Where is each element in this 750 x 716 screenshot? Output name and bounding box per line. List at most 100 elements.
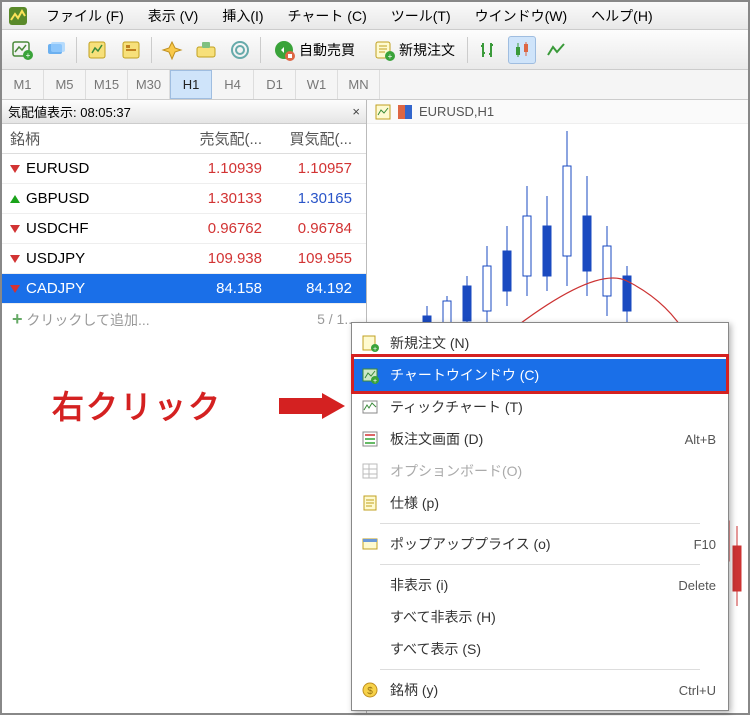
blank-icon: [360, 575, 380, 595]
ask-price: 1.10957: [272, 160, 362, 177]
ctx-i[interactable]: 非表示 (i)Delete: [352, 569, 728, 601]
col-symbol[interactable]: 銘柄: [2, 128, 182, 149]
bar-chart-icon[interactable]: [474, 36, 502, 64]
ctx-label: 新規注文 (N): [390, 333, 716, 353]
chart-titlebar: EURUSD,H1: [367, 100, 748, 124]
ctx-p[interactable]: 仕様 (p): [352, 487, 728, 519]
ctx-label: 板注文画面 (D): [390, 429, 675, 449]
line-chart-icon[interactable]: [542, 36, 570, 64]
close-icon[interactable]: ×: [352, 104, 360, 119]
symbol-name: USDJPY: [26, 250, 85, 267]
ctx-label: ポップアッププライス (o): [390, 534, 684, 554]
toolbar: + 自動売買 + 新規注文: [2, 30, 748, 70]
menu-insert[interactable]: 挿入(I): [210, 6, 275, 26]
chart-icon-2: [397, 104, 413, 120]
menu-chart[interactable]: チャート (C): [276, 6, 379, 26]
svg-text:+: +: [373, 346, 377, 352]
svg-text:$: $: [367, 686, 373, 697]
navigator-icon[interactable]: [158, 36, 186, 64]
terminal-icon[interactable]: [192, 36, 220, 64]
ctx-c[interactable]: + チャートウインドウ (C): [352, 359, 728, 391]
svg-text:+: +: [373, 378, 377, 384]
blank-icon: [360, 607, 380, 627]
timeframe-m15[interactable]: M15: [86, 70, 128, 99]
symbols-icon: $: [360, 680, 380, 700]
plus-icon: +: [12, 309, 23, 329]
order-icon: +: [360, 333, 380, 353]
spec-icon: [360, 493, 380, 513]
menu-help[interactable]: ヘルプ(H): [579, 6, 664, 26]
ctx-d[interactable]: 板注文画面 (D) Alt+B: [352, 423, 728, 455]
context-menu: +新規注文 (N)+チャートウインドウ (C)ティックチャート (T)板注文画面…: [351, 322, 729, 711]
symbol-row-eurusd[interactable]: EURUSD 1.109391.10957: [2, 154, 366, 184]
menu-window[interactable]: ウインドウ(W): [463, 6, 580, 26]
timeframe-h4[interactable]: H4: [212, 70, 254, 99]
ctx-s[interactable]: すべて表示 (S): [352, 633, 728, 665]
menu-separator: [380, 564, 700, 565]
arrow-down-icon: [10, 225, 20, 233]
ctx-o: オプションボード(O): [352, 455, 728, 487]
bid-price: 1.30133: [182, 190, 272, 207]
col-bid[interactable]: 売気配(...: [182, 128, 272, 149]
arrow-down-icon: [10, 255, 20, 263]
ctx-label: すべて非表示 (H): [390, 607, 716, 627]
market-watch-add[interactable]: + クリックして追加... 5 / 1...: [2, 304, 366, 334]
ctx-label: チャートウインドウ (C): [390, 365, 716, 385]
col-ask[interactable]: 買気配(...: [272, 128, 362, 149]
timeframe-mn[interactable]: MN: [338, 70, 380, 99]
menu-separator: [380, 669, 700, 670]
ctx-label: 仕様 (p): [390, 493, 716, 513]
arrow-up-icon: [10, 195, 20, 203]
menu-view[interactable]: 表示 (V): [136, 6, 211, 26]
bid-price: 109.938: [182, 250, 272, 267]
bid-price: 0.96762: [182, 220, 272, 237]
bid-price: 84.158: [182, 280, 272, 297]
timeframe-h1[interactable]: H1: [170, 70, 212, 99]
strategy-tester-icon[interactable]: [226, 36, 254, 64]
depth-icon: [360, 429, 380, 449]
arrow-down-icon: [10, 165, 20, 173]
autotrade-label: 自動売買: [299, 40, 355, 60]
symbol-row-usdchf[interactable]: USDCHF0.967620.96784: [2, 214, 366, 244]
timeframe-d1[interactable]: D1: [254, 70, 296, 99]
timeframe-m1[interactable]: M1: [2, 70, 44, 99]
shortcut: Alt+B: [685, 432, 716, 447]
ask-price: 84.192: [272, 280, 362, 297]
shortcut: Delete: [678, 578, 716, 593]
bid-price: 1.10939: [182, 160, 272, 177]
symbol-row-usdjpy[interactable]: USDJPY109.938109.955: [2, 244, 366, 274]
ctx-o[interactable]: ポップアッププライス (o) F10: [352, 528, 728, 560]
new-order-label: 新規注文: [399, 40, 455, 60]
svg-text:+: +: [388, 52, 393, 61]
ask-price: 1.30165: [272, 190, 362, 207]
blank-icon: [360, 639, 380, 659]
symbol-row-gbpusd[interactable]: GBPUSD 1.301331.30165: [2, 184, 366, 214]
symbol-row-cadjpy[interactable]: CADJPY84.15884.192: [2, 274, 366, 304]
ask-price: 0.96784: [272, 220, 362, 237]
new-chart-icon[interactable]: +: [8, 36, 36, 64]
profiles-icon[interactable]: [42, 36, 70, 64]
symbol-name: GBPUSD: [26, 190, 89, 207]
menu-separator: [380, 523, 700, 524]
market-watch-title: 気配値表示: 08:05:37 ×: [2, 100, 366, 124]
symbol-name: EURUSD: [26, 160, 89, 177]
ctx-t[interactable]: ティックチャート (T): [352, 391, 728, 423]
popup-icon: [360, 534, 380, 554]
timeframe-m30[interactable]: M30: [128, 70, 170, 99]
timeframe-m5[interactable]: M5: [44, 70, 86, 99]
candle-chart-icon[interactable]: [508, 36, 536, 64]
timeframe-bar: M1M5M15M30H1H4D1W1MN: [2, 70, 748, 100]
autotrade-button[interactable]: 自動売買: [267, 35, 361, 65]
menu-tools[interactable]: ツール(T): [379, 6, 463, 26]
ctx-h[interactable]: すべて非表示 (H): [352, 601, 728, 633]
new-order-button[interactable]: + 新規注文: [367, 35, 461, 65]
timeframe-w1[interactable]: W1: [296, 70, 338, 99]
market-watch-icon[interactable]: [83, 36, 111, 64]
shortcut: F10: [694, 537, 716, 552]
menu-file[interactable]: ファイル (F): [34, 6, 136, 26]
ctx-n[interactable]: + 新規注文 (N): [352, 327, 728, 359]
data-window-icon[interactable]: [117, 36, 145, 64]
ctx-y[interactable]: $銘柄 (y)Ctrl+U: [352, 674, 728, 706]
chart-symbol: EURUSD,H1: [419, 104, 494, 119]
ctx-label: すべて表示 (S): [390, 639, 716, 659]
